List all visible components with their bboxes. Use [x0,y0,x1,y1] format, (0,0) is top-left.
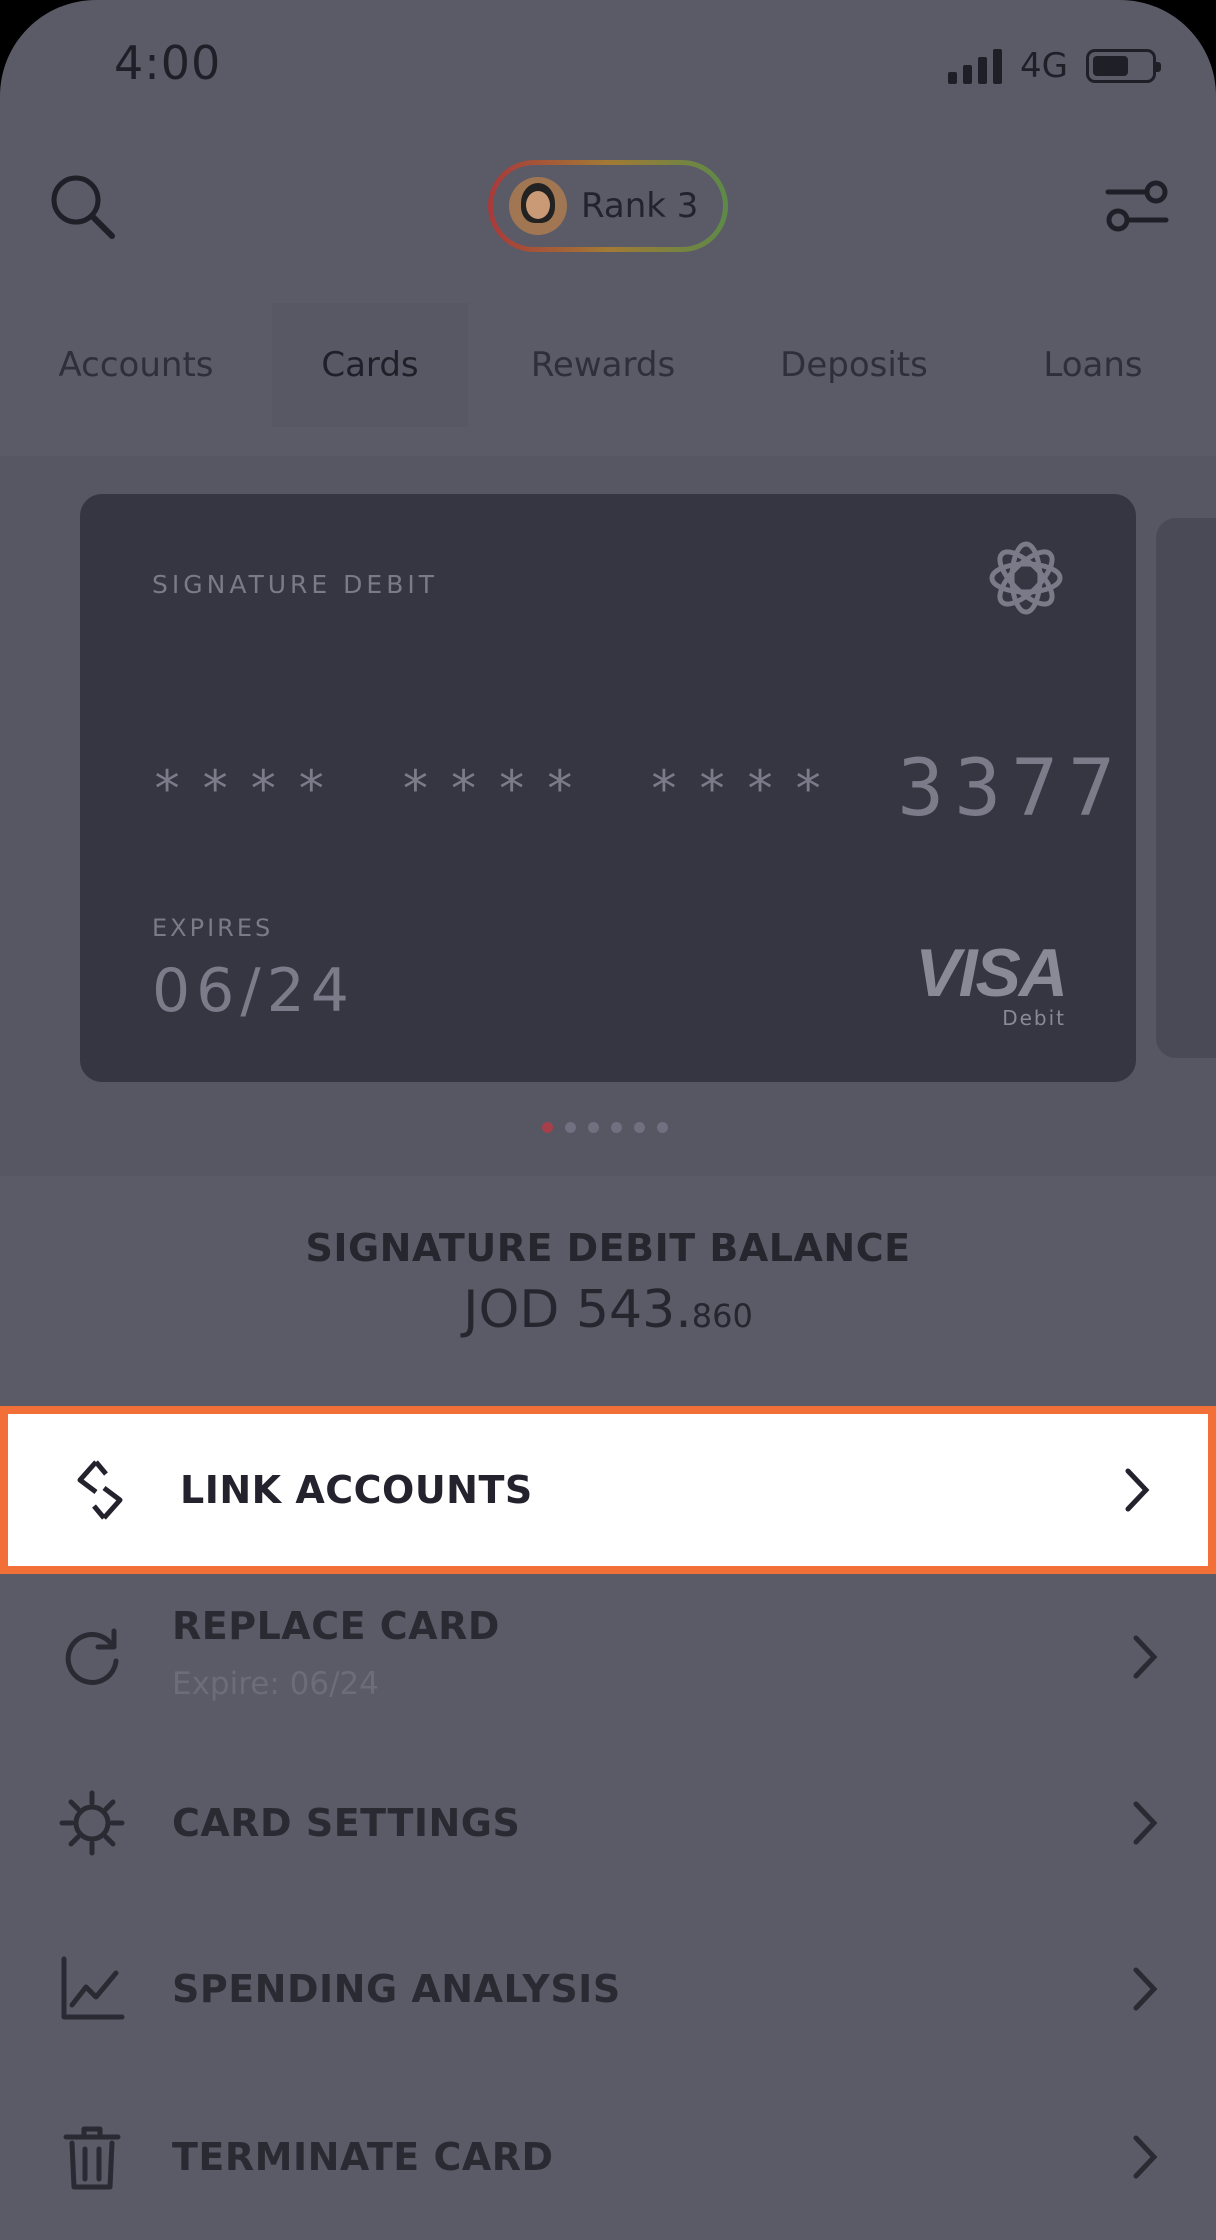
bank-logo-icon [986,538,1066,618]
rank-label: Rank 3 [581,186,699,226]
expires-label: EXPIRES [152,914,274,942]
tab-rewards[interactable]: Rewards [468,303,738,427]
terminate-card-label: TERMINATE CARD [172,2135,554,2179]
pagination-dot[interactable] [634,1122,645,1133]
carousel-pagination [542,1122,668,1133]
product-tabs: Accounts Cards Rewards Deposits Loans [0,300,1216,430]
masked-digits: **** [152,760,345,818]
chevron-right-icon [1133,1967,1158,2011]
tab-cards[interactable]: Cards [272,303,468,427]
expiry-date: 06/24 [152,956,355,1026]
chevron-right-icon [1133,2135,1158,2179]
battery-icon [1086,49,1161,83]
link-accounts-item[interactable]: LINK ACCOUNTS [0,1406,1216,1574]
pagination-dot[interactable] [565,1122,576,1133]
signal-icon [948,48,1003,84]
network-type: 4G [1020,46,1068,86]
balance-amount: JOD 543.860 [0,1280,1216,1340]
chevron-right-icon [1133,1801,1158,1845]
masked-digits: **** [400,760,593,818]
pagination-dot[interactable] [542,1122,553,1133]
pagination-dot[interactable] [611,1122,622,1133]
link-accounts-label: LINK ACCOUNTS [180,1468,533,1512]
visa-logo: VISA Debit [915,934,1068,1030]
chevron-right-icon [1125,1468,1150,1512]
trash-icon [63,2126,121,2190]
terminate-card-item[interactable]: TERMINATE CARD [0,2074,1216,2240]
status-time: 4:00 [114,36,222,90]
chevron-right-icon [1133,1635,1158,1679]
replace-card-expiry: Expire: 06/24 [172,1666,379,1702]
tab-deposits[interactable]: Deposits [738,303,970,427]
replace-card-label: REPLACE CARD [172,1604,500,1648]
card-last4: 3377 [897,744,1126,834]
spending-analysis-label: SPENDING ANALYSIS [172,1967,621,2011]
rank-badge[interactable]: Rank 3 [488,160,728,252]
pagination-dot[interactable] [588,1122,599,1133]
tab-loans[interactable]: Loans [970,303,1216,427]
balance-decimal: 860 [691,1297,753,1335]
status-indicators: 4G [948,46,1161,86]
chart-line-icon [61,1956,125,2020]
card-settings-label: CARD SETTINGS [172,1801,521,1845]
filter-settings-icon[interactable] [1104,176,1170,242]
balance-main: JOD 543. [463,1280,692,1340]
debit-card[interactable]: SIGNATURE DEBIT **** **** **** 3377 EXPI… [80,494,1136,1082]
spending-analysis-item[interactable]: SPENDING ANALYSIS [0,1906,1216,2072]
card-carousel: SIGNATURE DEBIT **** **** **** 3377 EXPI… [0,456,1216,1176]
link-icon [77,1460,123,1520]
visa-brand: VISA [915,935,1068,1011]
avatar [509,177,567,235]
masked-digits: **** [648,760,842,818]
balance-title: SIGNATURE DEBIT BALANCE [305,1226,911,1270]
replace-card-item[interactable]: REPLACE CARD Expire: 06/24 [0,1574,1216,1740]
next-card-peek[interactable] [1156,518,1216,1058]
search-icon[interactable] [48,172,118,242]
pagination-dot[interactable] [657,1122,668,1133]
tab-accounts[interactable]: Accounts [0,303,272,427]
card-settings-item[interactable]: CARD SETTINGS [0,1740,1216,1906]
balance-section: SIGNATURE DEBIT BALANCE JOD 543.860 [0,1226,1216,1340]
card-type: SIGNATURE DEBIT [152,570,439,599]
card-number: **** **** **** 3377 [152,744,1125,834]
phone-screen: 4:00 4G Rank 3 Accounts Cards Rewards De… [0,0,1216,2240]
gear-icon [59,1790,125,1856]
refresh-icon [65,1628,119,1685]
